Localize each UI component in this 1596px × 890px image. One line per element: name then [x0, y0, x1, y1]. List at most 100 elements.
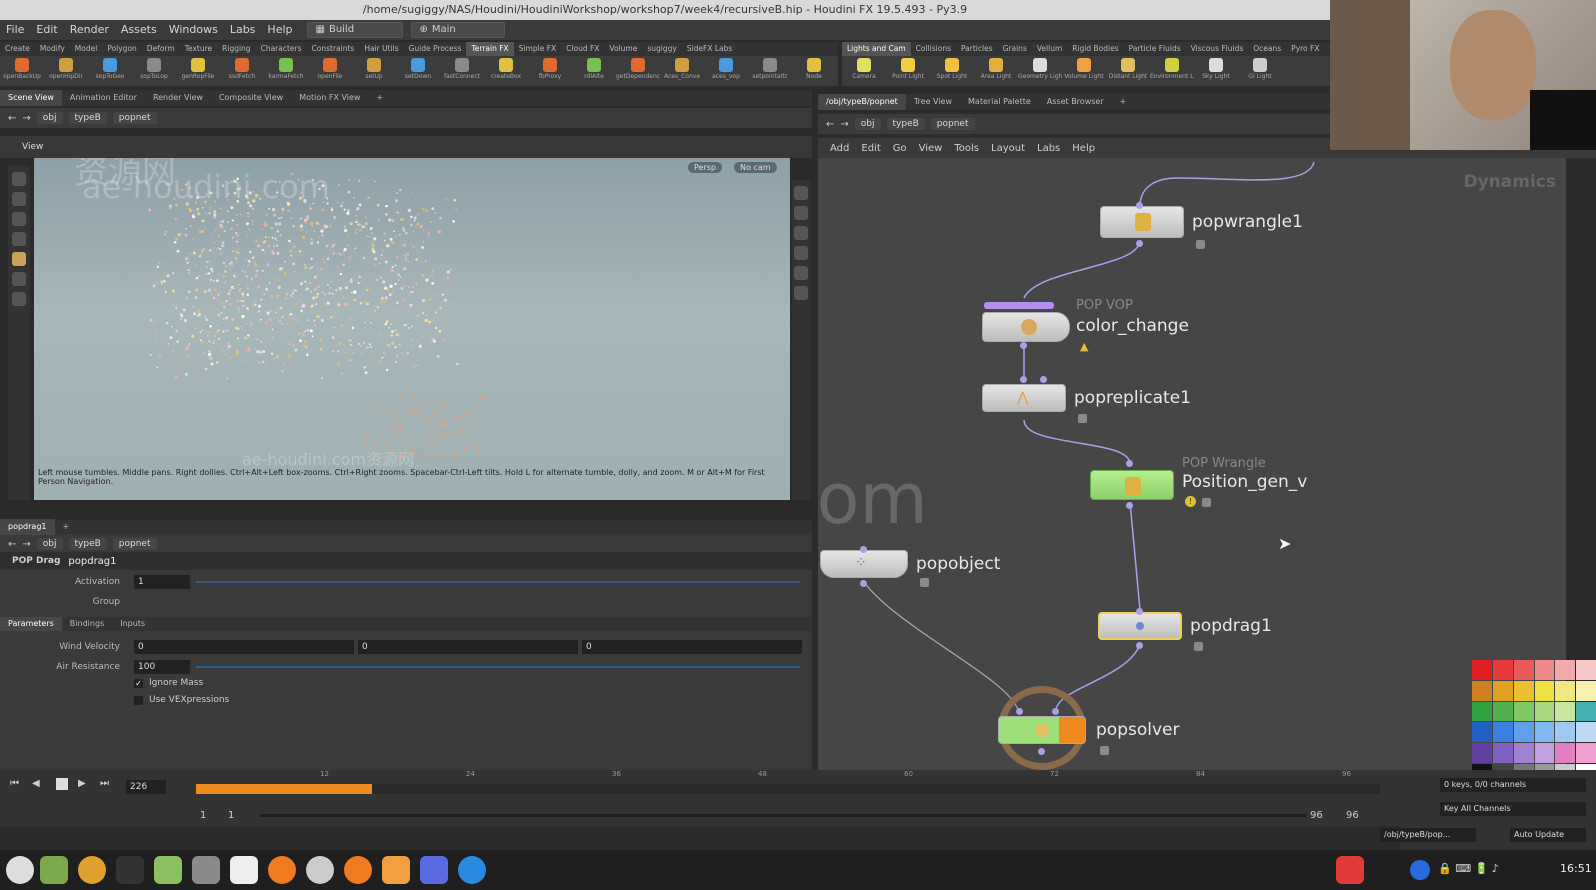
terminal-icon[interactable]: [116, 856, 144, 884]
path-field[interactable]: /obj/typeB/pop...: [1380, 828, 1476, 842]
tab-render-view[interactable]: Render View: [145, 90, 211, 106]
lock-icon[interactable]: [1202, 498, 1211, 507]
shelf-tab-5[interactable]: Rigid Bodies: [1067, 42, 1123, 56]
shelf-tool-9[interactable]: setDown: [396, 56, 440, 80]
use-vex-row[interactable]: Use VEXpressions: [134, 695, 229, 705]
pose-tool-icon[interactable]: [12, 272, 26, 286]
palette-swatch[interactable]: [1492, 722, 1513, 743]
node-connector[interactable]: [1052, 708, 1059, 715]
activation-slider[interactable]: [196, 581, 800, 583]
shelf-tab-13[interactable]: Cloud FX: [561, 42, 604, 56]
palette-swatch[interactable]: [1492, 660, 1513, 680]
display-option-icon[interactable]: [794, 186, 808, 200]
lock-icon[interactable]: [1100, 746, 1109, 755]
node-label-popobject[interactable]: popobject: [916, 554, 1000, 574]
path-obj[interactable]: obj: [36, 112, 63, 124]
node-label-popreplicate1[interactable]: popreplicate1: [1074, 388, 1191, 408]
node-connector[interactable]: [1020, 376, 1027, 383]
node-connector[interactable]: [1038, 748, 1045, 755]
desktop-selector[interactable]: ▦ Build: [306, 22, 403, 38]
shelf-tool-1[interactable]: Point Light: [886, 56, 930, 80]
wind-velocity-z[interactable]: 0: [582, 640, 802, 654]
shading-icon[interactable]: [794, 226, 808, 240]
palette-swatch[interactable]: [1492, 680, 1513, 701]
tray-app-icon[interactable]: [1410, 860, 1430, 880]
menu-edit[interactable]: Edit: [30, 20, 63, 40]
params-back-icon[interactable]: ←: [8, 539, 16, 550]
step-back-icon[interactable]: ◀: [32, 778, 40, 789]
node-label-popdrag1[interactable]: popdrag1: [1190, 616, 1272, 636]
net-menu-labs[interactable]: Labs: [1037, 143, 1060, 154]
shelf-tab-10[interactable]: Guide Process: [404, 42, 467, 56]
palette-swatch[interactable]: [1576, 743, 1596, 764]
palette-swatch[interactable]: [1472, 701, 1492, 722]
tab-motion-fx-view[interactable]: Motion FX View: [291, 90, 368, 106]
shelf-tab-0[interactable]: Create: [0, 42, 35, 56]
shelf-tab-9[interactable]: Pyro FX: [1286, 42, 1324, 56]
shelf-tool-15[interactable]: Aces_Conve: [660, 56, 704, 80]
node-popobject[interactable]: ⁘: [820, 550, 908, 578]
shelf-tab-1[interactable]: Modify: [35, 42, 70, 56]
key-all-button[interactable]: Key All Channels: [1440, 802, 1586, 816]
air-resistance-field[interactable]: 100: [134, 660, 190, 674]
palette-swatch[interactable]: [1555, 743, 1576, 764]
ignore-mass-checkbox[interactable]: ✓: [134, 678, 143, 688]
shelf-tool-11[interactable]: createBox: [484, 56, 528, 80]
palette-swatch[interactable]: [1576, 660, 1596, 680]
shelf-tool-8[interactable]: setUp: [352, 56, 396, 80]
shelf-tool-5[interactable]: ssdFetch: [220, 56, 264, 80]
shelf-tool-0[interactable]: openBackUp: [0, 56, 44, 80]
shelf-tool-6[interactable]: Distant Light: [1106, 56, 1150, 80]
camera-icon[interactable]: [794, 266, 808, 280]
tab-network[interactable]: /obj/typeB/popnet: [818, 94, 906, 110]
houdini-icon[interactable]: [268, 856, 296, 884]
palette-swatch[interactable]: [1576, 722, 1596, 743]
shelf-tool-6[interactable]: karmaFetch: [264, 56, 308, 80]
start-menu-icon[interactable]: [6, 856, 34, 884]
palette-swatch[interactable]: [1492, 701, 1513, 722]
lock-icon[interactable]: [1078, 414, 1087, 423]
shelf-tab-3[interactable]: Polygon: [102, 42, 141, 56]
net-path-obj[interactable]: obj: [854, 118, 881, 130]
menu-windows[interactable]: Windows: [163, 20, 224, 40]
palette-swatch[interactable]: [1513, 722, 1534, 743]
shelf-tool-3[interactable]: sopToLop: [132, 56, 176, 80]
settings-icon[interactable]: [230, 856, 258, 884]
palette-swatch[interactable]: [1472, 680, 1492, 701]
net-menu-help[interactable]: Help: [1072, 143, 1095, 154]
params-node-name[interactable]: popdrag1: [68, 556, 116, 567]
palette-swatch[interactable]: [1555, 722, 1576, 743]
shelf-tool-13[interactable]: rdlAlte: [572, 56, 616, 80]
tab-params[interactable]: popdrag1: [0, 519, 55, 535]
range-start[interactable]: 1: [200, 810, 206, 821]
shelf-tool-9[interactable]: GI Light: [1238, 56, 1282, 80]
palette-swatch[interactable]: [1534, 660, 1555, 680]
move-tool-icon[interactable]: [12, 192, 26, 206]
subtab-inputs[interactable]: Inputs: [112, 617, 153, 631]
persp-button[interactable]: Persp: [688, 162, 722, 173]
shelf-tab-5[interactable]: Texture: [180, 42, 217, 56]
node-connector[interactable]: [1040, 376, 1047, 383]
warning-icon[interactable]: ▲: [1080, 340, 1088, 353]
clock[interactable]: 16:51: [1560, 862, 1592, 875]
net-menu-edit[interactable]: Edit: [861, 143, 880, 154]
chrome-icon[interactable]: [78, 856, 106, 884]
forward-arrow-icon[interactable]: →: [22, 113, 30, 124]
shelf-tool-2[interactable]: Spot Light: [930, 56, 974, 80]
shelf-tool-16[interactable]: aces_vop: [704, 56, 748, 80]
node-popreplicate1[interactable]: ⋀: [982, 384, 1066, 412]
range-slider[interactable]: [260, 814, 1306, 817]
menu-help[interactable]: Help: [261, 20, 298, 40]
path-typeb[interactable]: typeB: [68, 112, 107, 124]
lock-icon[interactable]: [1194, 642, 1203, 651]
jump-start-icon[interactable]: ⏮: [10, 778, 19, 789]
lock-icon[interactable]: [920, 578, 929, 587]
palette-swatch[interactable]: [1555, 660, 1576, 680]
shelf-tab-6[interactable]: Particle Fluids: [1124, 42, 1186, 56]
shelf-tool-18[interactable]: Node: [792, 56, 836, 80]
timeline-scrubber[interactable]: [196, 784, 1380, 794]
shelf-tool-1[interactable]: openHipDir: [44, 56, 88, 80]
light-icon[interactable]: [794, 246, 808, 260]
back-arrow-icon[interactable]: ←: [8, 113, 16, 124]
scene-viewport[interactable]: Persp No cam Left mouse tumbles. Middle …: [34, 158, 790, 500]
